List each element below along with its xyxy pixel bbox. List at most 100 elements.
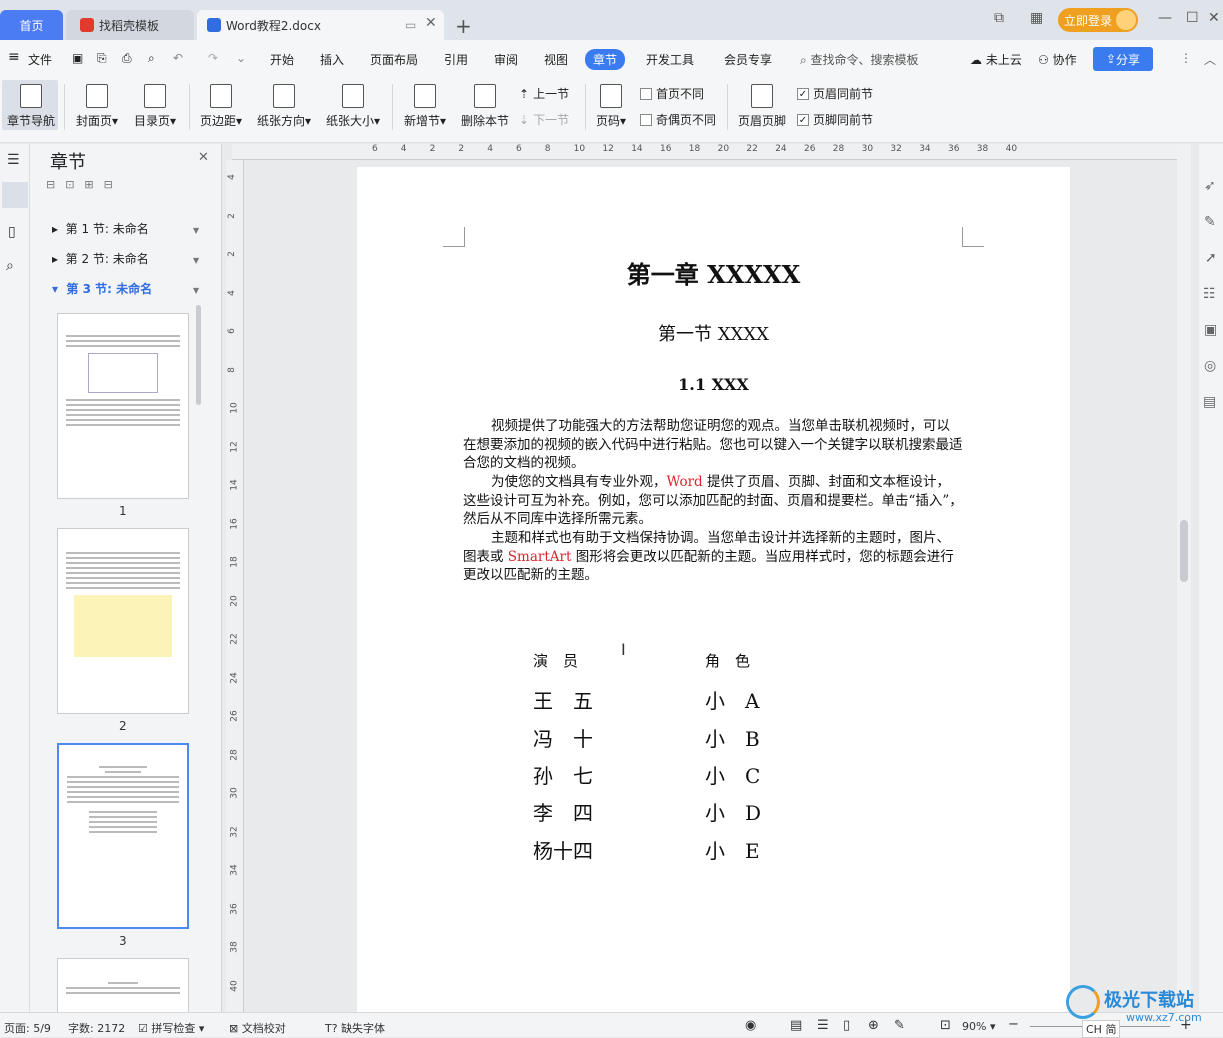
new-section-button[interactable]: 新增节▾ [401,84,449,129]
page-number-button[interactable]: 页码▾ [592,84,630,129]
book-icon[interactable]: ▤ [1203,394,1216,410]
menu-layout[interactable]: 页面布局 [370,51,418,68]
close-tab-icon[interactable]: ✕ [425,15,437,31]
page-thumbnail-2[interactable] [57,528,189,714]
menu-review[interactable]: 审阅 [494,51,518,68]
find-icon[interactable]: ⌕ [6,258,14,274]
minimize-icon[interactable]: — [1158,10,1172,26]
tab-document[interactable]: Word教程2.docx ▭ ✕ [197,10,444,40]
tab-home[interactable]: 首页 [0,10,63,40]
menu-insert[interactable]: 插入 [320,51,344,68]
pen-icon[interactable]: ✎ [1204,214,1216,230]
window-layout-icon[interactable]: ⧉ [994,10,1004,26]
customize-icon[interactable]: ⌄ [236,51,246,65]
login-button[interactable]: 立即登录 [1058,8,1138,32]
menu-file[interactable]: 文件 [28,51,52,68]
more-icon[interactable]: ⋮ [1180,51,1192,65]
settings-icon[interactable]: ☷ [1203,286,1216,302]
search-command[interactable]: ⌕ 查找命令、搜索模板 [800,51,919,68]
close-pane-icon[interactable]: ✕ [198,150,209,165]
page-thumbnail-3[interactable] [57,743,189,929]
print-icon[interactable]: ⎙ [122,51,132,66]
fit-icon[interactable]: ⊡ [940,1018,951,1033]
web-view-icon[interactable]: ⊕ [868,1018,879,1033]
section-item-1[interactable]: ▸ 第 1 节: 未命名 [52,220,149,237]
pin-icon[interactable]: ▭ [405,18,416,32]
menu-reference[interactable]: 引用 [444,51,468,68]
vertical-scrollbar[interactable] [1177,144,1191,1012]
divider [64,84,65,130]
preview-icon[interactable]: ⌕ [148,51,155,66]
ime-indicator[interactable]: CH 简 [1082,1020,1121,1038]
expand-icon[interactable]: ▼ [193,226,199,235]
zoom-level[interactable]: 90% ▾ [962,1020,995,1033]
close-window-icon[interactable]: ✕ [1208,10,1220,26]
footer-same-checkbox[interactable]: ✓ 页脚同前节 [797,111,873,128]
maximize-icon[interactable]: ☐ [1186,10,1199,26]
tab-template[interactable]: 找稻壳模板 [66,10,194,40]
odd-even-diff-checkbox[interactable]: 奇偶页不同 [640,111,716,128]
collab-button[interactable]: ⚇ 协作 [1038,51,1077,68]
write-view-icon[interactable]: ✎ [894,1018,905,1033]
expand-icon[interactable]: ▼ [193,286,199,295]
chapter-nav-button[interactable]: 章节导航 [6,84,56,129]
spell-check-button[interactable]: ☑ 拼写检查 ▾ [138,1020,204,1036]
menu-member[interactable]: 会员专享 [724,51,772,68]
share-button[interactable]: ⇪ 分享 [1093,47,1153,71]
page-indicator[interactable]: 页面: 5/9 [4,1020,51,1036]
horizontal-ruler[interactable]: 6 4 2 2 4 6 8 10 12 14 16 18 20 22 24 26 28 30 32 34 36 38 40 [232,144,1177,160]
prev-section-button[interactable]: ⇡ 上一节 [519,85,569,102]
save-icon[interactable]: ▣ [72,51,83,65]
scroll-thumb[interactable] [1180,520,1188,582]
undo-icon[interactable]: ↶ [173,51,183,65]
grid-icon[interactable]: ▦ [1030,10,1043,26]
orientation-button[interactable]: 纸张方向▾ [254,84,314,129]
proofread-button[interactable]: ⊠ 文档校对 [229,1020,286,1036]
page-thumbnail-1[interactable] [57,313,189,499]
read-view-icon[interactable]: ▯ [843,1018,850,1033]
image-icon[interactable]: ▣ [1204,322,1217,338]
menu-view[interactable]: 视图 [544,51,568,68]
page-thumbnail-4[interactable] [57,958,189,1012]
cloud-status[interactable]: ☁ 未上云 [970,51,1022,68]
menu-chapter[interactable]: 章节 [585,49,626,70]
outline-view-icon[interactable]: ☰ [817,1018,829,1033]
header-same-label: 页眉同前节 [813,87,874,101]
toc-page-button[interactable]: 目录页▾ [131,84,179,129]
chapter-icon[interactable] [2,182,28,208]
collapse-ribbon-icon[interactable]: ︿ [1204,51,1216,68]
menu-devtools[interactable]: 开发工具 [646,51,694,68]
section-item-3[interactable]: ▾ 第 3 节: 未命名 [52,280,152,297]
outline-icon[interactable]: ☰ [7,152,20,168]
header-footer-button[interactable]: 页眉页脚 [735,84,789,129]
header-same-checkbox[interactable]: ✓ 页眉同前节 [797,85,873,102]
select-icon[interactable]: ➚ [1205,250,1217,266]
menu-start[interactable]: 开始 [270,51,294,68]
section-item-2[interactable]: ▸ 第 2 节: 未命名 [52,250,149,267]
vertical-ruler[interactable]: 4 2 2 4 6 8 10 12 14 16 18 20 22 24 26 28 30 32 34 36 38 40 [226,160,244,1012]
pane-tools[interactable]: ⊟⊡⊞⊟ [46,178,123,191]
document-page[interactable]: 第一章 XXXXX 第一节 XXXX 1.1 XXX 视频提供了功能强大的方法帮… [357,167,1070,1012]
pane-scrollbar[interactable] [196,305,201,405]
redo-icon[interactable]: ↷ [208,51,218,65]
new-tab-icon[interactable]: + [455,14,472,38]
compass-icon[interactable]: ◎ [1204,358,1216,374]
hamburger-icon[interactable]: ≡ [8,49,20,65]
export-icon[interactable]: ⎘ [97,51,107,66]
next-section-button[interactable]: ⇣ 下一节 [519,111,569,128]
cast-role: 小 E [705,839,760,863]
bookmark-icon[interactable]: ▯ [8,224,16,240]
rocket-icon[interactable]: ➶ [1204,178,1216,194]
cover-page-button[interactable]: 封面页▾ [73,84,121,129]
missing-font-button[interactable]: T? 缺失字体 [325,1020,385,1036]
toc-label: 目录页 [133,114,170,128]
eye-icon[interactable]: ◉ [745,1018,756,1033]
margin-button[interactable]: 页边距▾ [196,84,246,129]
page-view-icon[interactable]: ▤ [790,1018,802,1033]
paper-size-button[interactable]: 纸张大小▾ [323,84,383,129]
first-page-diff-checkbox[interactable]: 首页不同 [640,85,704,102]
zoom-out-icon[interactable]: − [1008,1017,1019,1032]
word-count[interactable]: 字数: 2172 [68,1020,125,1036]
expand-icon[interactable]: ▼ [193,256,199,265]
delete-section-button[interactable]: 删除本节 [459,84,511,129]
